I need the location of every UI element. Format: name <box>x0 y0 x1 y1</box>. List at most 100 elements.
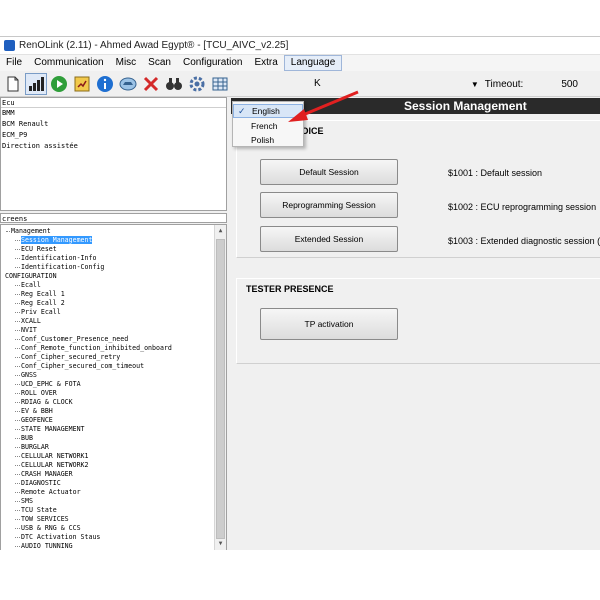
tree-item[interactable]: Reg Ecall 2 <box>1 299 215 308</box>
tree-item[interactable]: Conf_Remote_function_inhibited_onboard <box>1 344 215 353</box>
tester-presence-section: TESTER PRESENCE TP activation <box>236 278 600 364</box>
table-icon[interactable] <box>209 73 231 95</box>
language-option-label: French <box>251 121 278 131</box>
tree-item[interactable]: TCU State <box>1 506 215 515</box>
title-bar: RenOLink (2.11) - Ahmed Awad Egypt® - [T… <box>0 37 600 55</box>
ecu-list-item[interactable]: BMM <box>1 108 226 119</box>
ecu-list-item[interactable]: Direction assistée <box>1 141 226 152</box>
tree-item-label: BUB <box>21 434 33 442</box>
tree-item[interactable]: GEOFENCE <box>1 416 215 425</box>
tree-item[interactable]: CRASH MANAGER <box>1 470 215 479</box>
tree-item-label: Priv Ecall <box>21 308 61 316</box>
tree-item-label: Remote Actuator <box>21 488 81 496</box>
tree-item-label: SMS <box>21 497 33 505</box>
tree-item[interactable]: CELLULAR NETWORK1 <box>1 452 215 461</box>
tree-item[interactable]: ROLL OVER <box>1 389 215 398</box>
ecu-scan-icon[interactable] <box>71 73 93 95</box>
menu-communication[interactable]: Communication <box>28 55 109 71</box>
language-option-polish[interactable]: Polish <box>233 133 303 147</box>
tree-item[interactable]: Ecall <box>1 281 215 290</box>
menu-misc[interactable]: Misc <box>110 55 143 71</box>
menu-file[interactable]: File <box>0 55 28 71</box>
tree-item[interactable]: TOW SERVICES <box>1 515 215 524</box>
tree-item-label: CRASH MANAGER <box>21 470 73 478</box>
play-icon[interactable] <box>48 73 70 95</box>
tree-item[interactable]: Identification-Info <box>1 254 215 263</box>
timeout-value[interactable]: 500 <box>561 79 578 90</box>
car-diagnostic-icon[interactable] <box>117 73 139 95</box>
tree-item[interactable]: CELLULAR NETWORK2 <box>1 461 215 470</box>
tree-item-label: RDIAG & CLOCK <box>21 398 73 406</box>
tree-scrollbar[interactable]: ▲ ▼ <box>214 225 226 550</box>
tree-item-label: XCALL <box>21 317 41 325</box>
tp-activation-button[interactable]: TP activation <box>260 308 398 340</box>
tree-item[interactable]: NVIT <box>1 326 215 335</box>
tree-item[interactable]: CONFIGURATION <box>1 272 215 281</box>
tree-item[interactable]: XCALL <box>1 317 215 326</box>
tree-item[interactable]: SMS <box>1 497 215 506</box>
tree-item[interactable]: Remote Actuator <box>1 488 215 497</box>
tree-item[interactable]: UCD_EPHC & FOTA <box>1 380 215 389</box>
tree-item[interactable]: Conf_Cipher_secured_retry <box>1 353 215 362</box>
info-icon[interactable] <box>94 73 116 95</box>
tree-item[interactable]: Management <box>1 227 215 236</box>
scroll-down-icon[interactable]: ▼ <box>215 538 226 550</box>
scroll-thumb[interactable] <box>216 239 225 539</box>
tree-item-label: Ecall <box>21 281 41 289</box>
menu-language[interactable]: Language <box>283 55 343 71</box>
tree-item-label: ROLL OVER <box>21 389 57 397</box>
tree-item-label: GNSS <box>21 371 37 379</box>
tree-item-label: Session Management <box>21 236 93 244</box>
ecu-list-item[interactable]: BCM Renault <box>1 119 226 130</box>
tree-item[interactable]: DIAGNOSTIC <box>1 479 215 488</box>
close-x-icon[interactable] <box>140 73 162 95</box>
ecu-list-item[interactable]: ECM_P9 <box>1 130 226 141</box>
tree-item[interactable]: EV & BBH <box>1 407 215 416</box>
tree-item[interactable]: STATE MANAGEMENT <box>1 425 215 434</box>
default-session-button[interactable]: Default Session <box>260 159 398 185</box>
tree-item-label: DTC Activation Staus <box>21 533 101 541</box>
default-session-desc: $1001 : Default session <box>448 168 543 178</box>
window-title: RenOLink (2.11) - Ahmed Awad Egypt® - [T… <box>19 40 289 51</box>
signal-bars-icon[interactable] <box>25 72 47 95</box>
gear-settings-icon[interactable] <box>186 73 208 95</box>
tree-item-label: Identification-Info <box>21 254 97 262</box>
binoculars-icon[interactable] <box>163 73 185 95</box>
tree-item[interactable]: DTC Activation Staus <box>1 533 215 542</box>
tree-item-label: Identification-Config <box>21 263 105 271</box>
tree-item-label: Conf_Cipher_secured_retry <box>21 353 121 361</box>
timeout-label: Timeout: <box>484 78 524 90</box>
tree-item-label: Reg Ecall 1 <box>21 290 65 298</box>
tree-item-label: Reg Ecall 2 <box>21 299 65 307</box>
tree-item[interactable]: BUB <box>1 434 215 443</box>
tree-item-label: USB & RNG & CCS <box>21 524 81 532</box>
tree-item[interactable]: Conf_Cipher_secured_com_timeout <box>1 362 215 371</box>
ecu-panel: Ecu BMM BCM Renault ECM_P9 Direction ass… <box>0 97 227 211</box>
menu-configuration[interactable]: Configuration <box>177 55 248 71</box>
tree-item[interactable]: BURGLAR <box>1 443 215 452</box>
menu-scan[interactable]: Scan <box>142 55 177 71</box>
reprogramming-session-desc: $1002 : ECU reprogramming session <box>448 202 597 212</box>
reprogramming-session-button[interactable]: Reprogramming Session <box>260 192 398 218</box>
tree-item-label: STATE MANAGEMENT <box>21 425 85 433</box>
tree-item-label: CELLULAR NETWORK1 <box>21 452 89 460</box>
timeout-dropdown-icon[interactable]: ▼ <box>471 80 479 89</box>
tree-item[interactable]: Identification-Config <box>1 263 215 272</box>
tree-item[interactable]: Reg Ecall 1 <box>1 290 215 299</box>
tree-item[interactable]: GNSS <box>1 371 215 380</box>
screens-tree: Management Session Management ECU Reset Ide… <box>0 224 227 550</box>
annotation-arrow-icon <box>288 90 359 122</box>
tester-presence-title: TESTER PRESENCE <box>246 284 334 294</box>
tree-item[interactable]: AUDIO TUNNING <box>1 542 215 550</box>
tree-item[interactable]: Session Management <box>1 236 215 245</box>
tree-item[interactable]: ECU Reset <box>1 245 215 254</box>
scroll-up-icon[interactable]: ▲ <box>215 225 226 237</box>
tree-item[interactable]: RDIAG & CLOCK <box>1 398 215 407</box>
tree-item[interactable]: Priv Ecall <box>1 308 215 317</box>
extended-session-button[interactable]: Extended Session <box>260 226 398 252</box>
tree-item[interactable]: Conf_Customer_Presence_need <box>1 335 215 344</box>
tree-item-label: Conf_Customer_Presence_need <box>21 335 129 343</box>
new-document-icon[interactable] <box>2 73 24 95</box>
menu-extra[interactable]: Extra <box>248 55 283 71</box>
tree-item[interactable]: USB & RNG & CCS <box>1 524 215 533</box>
